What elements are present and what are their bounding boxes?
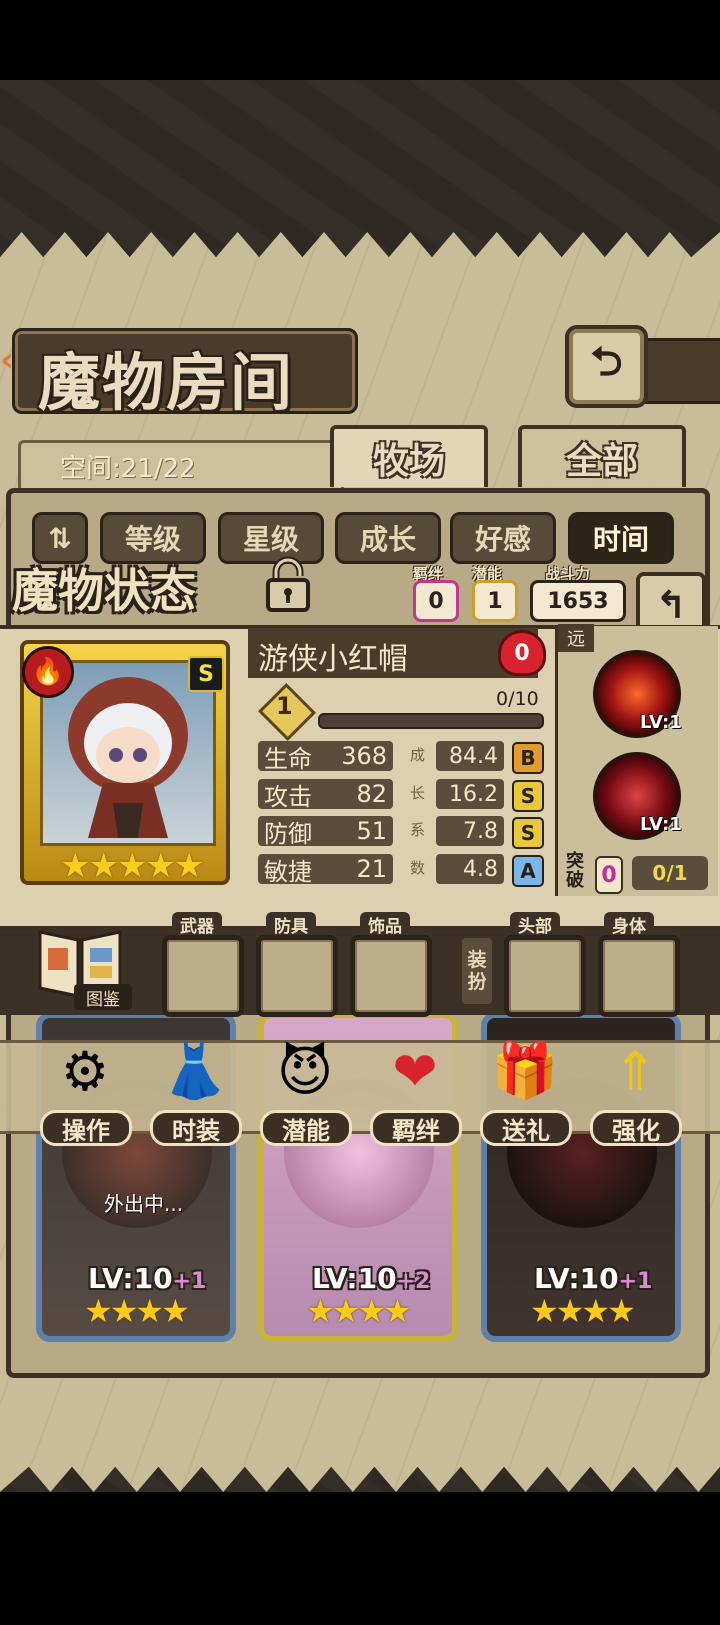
armor-slot[interactable]: [256, 935, 338, 1017]
hearts-icon: ❤: [392, 1039, 438, 1103]
gift-icon: 🎁: [491, 1039, 559, 1102]
card-level: LV:10+2: [312, 1262, 430, 1295]
breakthrough-progress: 0/1: [632, 856, 708, 890]
slot-label-weapon: 武器: [172, 912, 222, 937]
stat-name: 防御: [264, 819, 312, 848]
slot-label-accessory: 饰品: [360, 912, 410, 937]
card-level-value: LV:10: [88, 1262, 173, 1295]
power-value: 1653: [530, 580, 626, 622]
card-stars: ★★★★: [306, 1292, 412, 1330]
breakthrough-label: 突破: [566, 851, 584, 891]
range-tag: 远: [558, 624, 594, 652]
body-slot[interactable]: [598, 935, 680, 1017]
top-black-bar: [0, 0, 720, 80]
sort-order-icon: ⇅: [48, 521, 72, 555]
space-counter: 空间:21/22: [60, 454, 196, 484]
bond-button[interactable]: 羁绊: [370, 1110, 462, 1146]
accessory-slot[interactable]: [350, 935, 432, 1017]
grade-badge: S: [512, 780, 544, 812]
stat-value: 368: [341, 742, 387, 770]
exp-bar: [318, 713, 544, 729]
back-button[interactable]: ⮌: [565, 325, 648, 408]
growth-attack: 16.2: [436, 779, 504, 809]
return-arrow-icon: ↰: [655, 583, 687, 627]
stat-value: 51: [356, 817, 387, 845]
skill-level: LV:1: [640, 712, 682, 733]
slot-label-armor: 防具: [266, 912, 316, 937]
weapon-slot[interactable]: [162, 935, 244, 1017]
growth-label-char: 数: [410, 859, 426, 877]
skill-level: LV:1: [640, 814, 682, 835]
level-value: 1: [276, 692, 293, 720]
stat-value: 82: [356, 780, 387, 808]
stat-attack: 攻击 82: [258, 779, 393, 811]
stat-defense: 防御 51: [258, 816, 393, 848]
growth-hp: 84.4: [436, 741, 504, 771]
outfit-button[interactable]: 时装: [150, 1110, 242, 1146]
stat-name: 敏捷: [264, 857, 312, 886]
back-arrow-icon: ⮌: [590, 338, 623, 385]
rank-badge: S: [188, 656, 224, 692]
card-level: LV:10+1: [534, 1262, 652, 1295]
stat-name: 攻击: [264, 782, 312, 811]
stat-agility: 敏捷 21: [258, 854, 393, 886]
bond-value: 0: [413, 580, 459, 622]
growth-defense: 7.8: [436, 816, 504, 846]
codex-label: 图鉴: [74, 984, 132, 1010]
potential-value: 1: [472, 580, 518, 622]
card-level-plus: +1: [172, 1269, 207, 1294]
outfit-icon: 👗: [161, 1039, 229, 1102]
tab-all[interactable]: 全部: [518, 425, 686, 487]
slot-label-head: 头部: [510, 912, 560, 937]
card-level-plus: +2: [396, 1269, 431, 1294]
card-level: LV:10+1: [88, 1262, 206, 1295]
card-level-plus: +1: [618, 1269, 653, 1294]
stat-hp: 生命 368: [258, 741, 393, 773]
grade-badge: B: [512, 742, 544, 774]
bottom-black-bar: [0, 1492, 720, 1625]
sort-by-growth-button[interactable]: 成长: [335, 512, 441, 564]
card-level-value: LV:10: [534, 1262, 619, 1295]
breakthrough-count: 0: [595, 856, 623, 894]
growth-agility: 4.8: [436, 854, 504, 884]
monster-name: 游侠小红帽: [258, 642, 408, 677]
sort-by-time-button[interactable]: 时间: [568, 512, 674, 564]
gift-button[interactable]: 送礼: [480, 1110, 572, 1146]
affection-heart-icon[interactable]: 0: [498, 630, 546, 676]
stat-value: 21: [356, 855, 387, 883]
affection-value: 0: [514, 640, 530, 666]
exp-text: 0/10: [496, 688, 539, 710]
upgrade-arrows-icon: ⇑: [612, 1039, 658, 1103]
head-slot[interactable]: [504, 935, 586, 1017]
demon-icon: 😈: [276, 1039, 334, 1103]
away-status-text: 外出中...: [104, 1192, 184, 1216]
fire-element-icon: 🔥: [22, 646, 74, 698]
growth-label-char: 成: [410, 746, 426, 764]
grade-badge: A: [512, 855, 544, 887]
collapse-arrow-icon[interactable]: ‹: [0, 340, 18, 380]
slot-label-body: 身体: [604, 912, 654, 937]
status-panel-title: 魔物状态: [12, 564, 196, 618]
back-button-extension: [640, 338, 720, 404]
growth-label-char: 长: [410, 784, 426, 802]
growth-label-char: 系: [410, 821, 426, 839]
lock-icon[interactable]: [262, 556, 314, 612]
gear-icon: ⚙: [60, 1039, 110, 1103]
card-level-value: LV:10: [312, 1262, 397, 1295]
card-stars: ★★★★: [530, 1292, 636, 1330]
enhance-button[interactable]: 强化: [590, 1110, 682, 1146]
dress-up-label: 装扮: [462, 938, 492, 1004]
sort-by-affection-button[interactable]: 好感: [450, 512, 556, 564]
potential-button[interactable]: 潜能: [260, 1110, 352, 1146]
stat-name: 生命: [264, 744, 312, 773]
grade-badge: S: [512, 817, 544, 849]
card-stars: ★★★★: [84, 1292, 190, 1330]
rarity-stars: ★★★★★: [60, 846, 204, 886]
page-title: 魔物房间: [38, 346, 295, 419]
operate-button[interactable]: 操作: [40, 1110, 132, 1146]
tab-ranch[interactable]: 牧场: [330, 425, 488, 487]
